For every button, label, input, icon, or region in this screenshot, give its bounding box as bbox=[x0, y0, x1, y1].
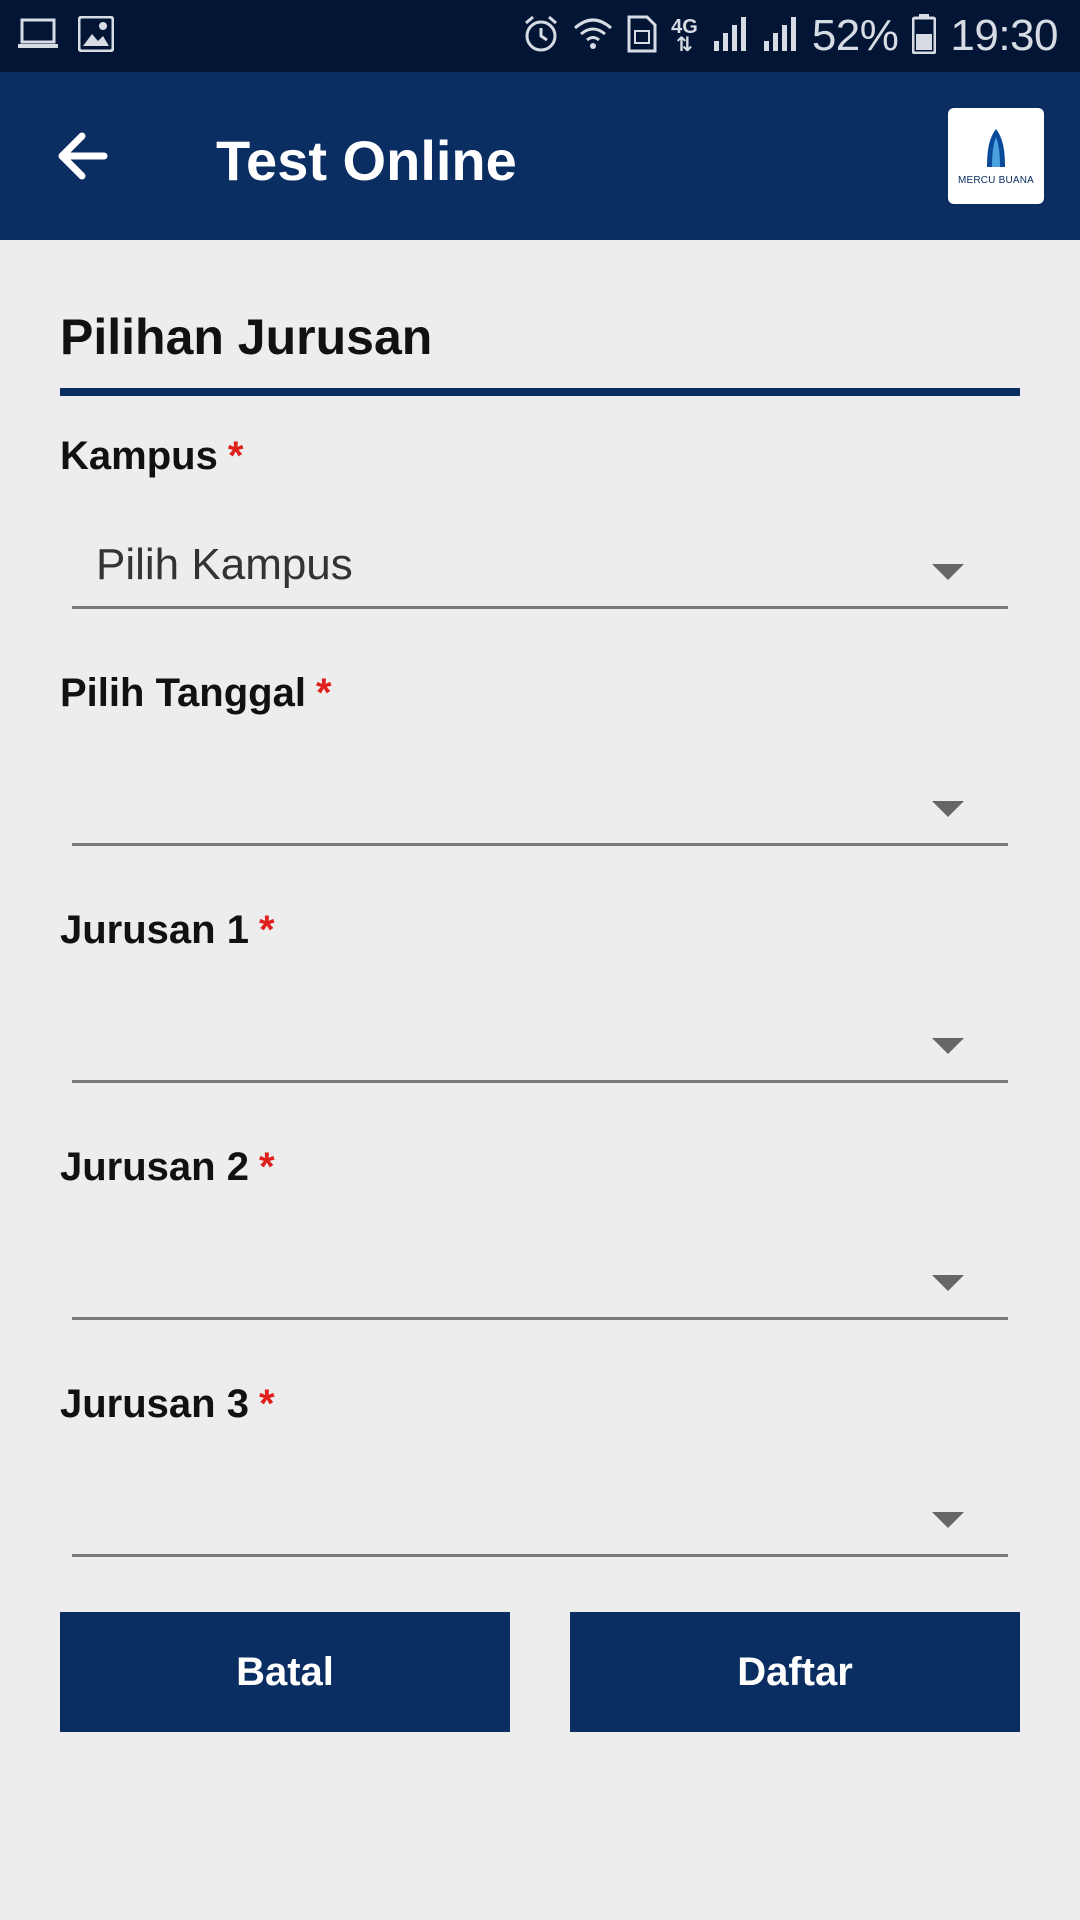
app-bar: Test Online MERCU BUANA bbox=[0, 72, 1080, 240]
dropdown-arrow-icon bbox=[932, 564, 964, 580]
alarm-icon bbox=[523, 14, 559, 59]
tanggal-select[interactable] bbox=[72, 773, 1008, 846]
required-mark: * bbox=[227, 434, 244, 478]
cancel-button[interactable]: Batal bbox=[60, 1612, 510, 1732]
wifi-icon bbox=[573, 16, 613, 57]
dropdown-arrow-icon bbox=[932, 1512, 964, 1528]
section-divider bbox=[60, 388, 1020, 396]
clock: 19:30 bbox=[950, 11, 1058, 60]
label-text: Jurusan 3 bbox=[60, 1382, 249, 1426]
university-logo: MERCU BUANA bbox=[948, 108, 1044, 204]
field-label-tanggal: Pilih Tanggal * bbox=[60, 671, 332, 716]
field-label-jurusan-3: Jurusan 3 * bbox=[60, 1382, 275, 1427]
jurusan-1-select[interactable] bbox=[72, 1010, 1008, 1083]
laptop-icon bbox=[18, 16, 58, 57]
label-text: Jurusan 2 bbox=[60, 1145, 249, 1189]
dropdown-arrow-icon bbox=[932, 1038, 964, 1054]
required-mark: * bbox=[258, 1382, 275, 1426]
kampus-select[interactable]: Pilih Kampus bbox=[72, 536, 1008, 609]
jurusan-2-select[interactable] bbox=[72, 1247, 1008, 1320]
field-label-kampus: Kampus * bbox=[60, 434, 243, 479]
label-text: Pilih Tanggal bbox=[60, 671, 306, 715]
label-text: Jurusan 1 bbox=[60, 908, 249, 952]
sim-icon bbox=[627, 15, 657, 58]
jurusan-3-select[interactable] bbox=[72, 1484, 1008, 1557]
select-value: Pilih Kampus bbox=[96, 540, 353, 589]
field-label-jurusan-2: Jurusan 2 * bbox=[60, 1145, 275, 1190]
required-mark: * bbox=[315, 671, 332, 715]
required-mark: * bbox=[258, 908, 275, 952]
page-title: Test Online bbox=[216, 129, 517, 192]
network-type: 4G ⇅ bbox=[671, 16, 698, 56]
image-icon bbox=[77, 15, 115, 57]
battery-percent: 52% bbox=[811, 11, 899, 60]
dropdown-arrow-icon bbox=[932, 801, 964, 817]
required-mark: * bbox=[258, 1145, 275, 1189]
dropdown-arrow-icon bbox=[932, 1275, 964, 1291]
logo-text: MERCU BUANA bbox=[957, 174, 1035, 186]
signal-icon bbox=[762, 16, 798, 56]
submit-button[interactable]: Daftar bbox=[570, 1612, 1020, 1732]
arrow-left-icon bbox=[58, 132, 108, 180]
battery-icon bbox=[911, 13, 937, 59]
back-button[interactable] bbox=[52, 122, 120, 190]
status-bar: 4G ⇅ 52% 19:30 bbox=[0, 0, 1080, 72]
building-logo-icon bbox=[987, 128, 1005, 167]
label-text: Kampus bbox=[60, 434, 218, 478]
section-title: Pilihan Jurusan bbox=[60, 309, 433, 365]
field-label-jurusan-1: Jurusan 1 * bbox=[60, 908, 275, 953]
signal-icon bbox=[712, 16, 748, 56]
